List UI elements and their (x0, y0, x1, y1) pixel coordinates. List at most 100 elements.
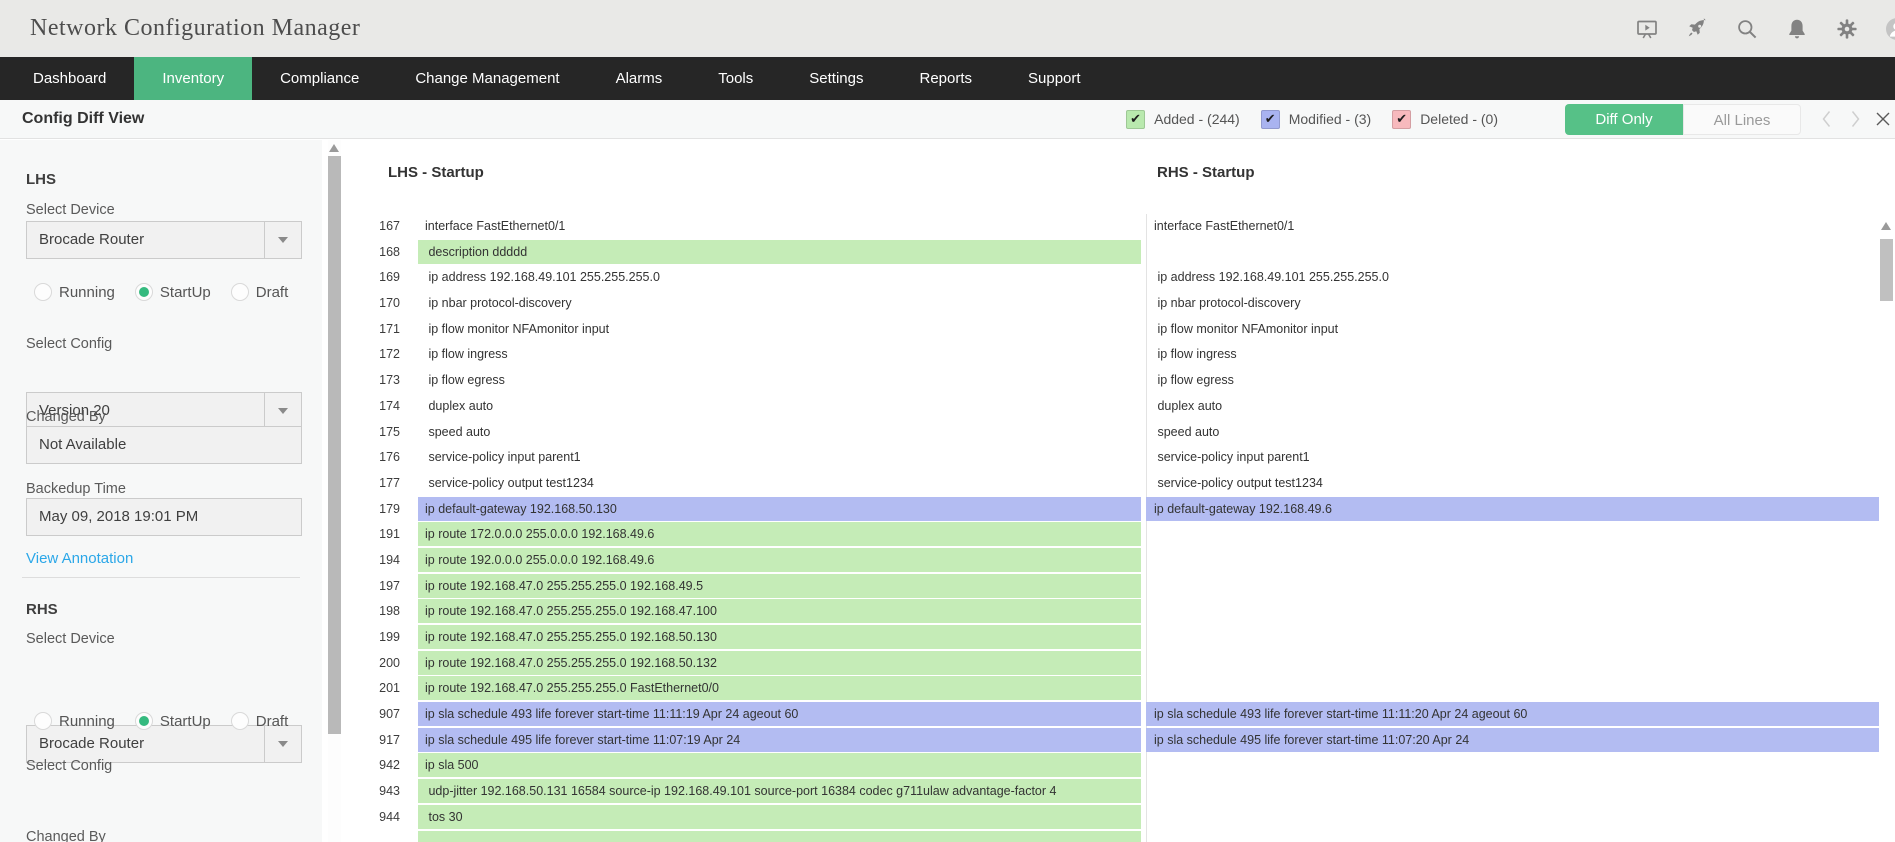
diff-row: 194 ip route 192.0.0.0 255.0.0.0 192.168.… (0, 548, 1879, 574)
rhs-line (1146, 805, 1879, 831)
line-number: 172 (0, 342, 400, 366)
nav-tab-dashboard[interactable]: Dashboard (5, 57, 134, 100)
legend-checkbox[interactable]: ✔ (1261, 110, 1280, 129)
notifications-bell-icon[interactable] (1785, 17, 1809, 41)
presentation-play-icon[interactable] (1635, 17, 1659, 41)
scroll-up-arrow-icon[interactable] (329, 144, 339, 152)
close-icon[interactable] (1871, 107, 1895, 131)
nav-tab-compliance[interactable]: Compliance (252, 57, 387, 100)
rhs-line (1146, 240, 1879, 266)
rhs-line: service-policy output test1234 (1146, 471, 1879, 497)
rhs-line: ip address 192.168.49.101 255.255.255.0 (1146, 265, 1879, 291)
lhs-line: ip flow monitor NFAmonitor input (418, 317, 1141, 343)
diff-row (0, 831, 1879, 842)
diff-row: 177 service-policy output test1234 servi… (0, 471, 1879, 497)
lhs-line: ip flow egress (418, 368, 1141, 394)
line-number: 200 (0, 651, 400, 675)
line-number: 191 (0, 522, 400, 546)
view-mode-toggle: Diff Only All Lines (1565, 104, 1801, 135)
nav-tab-reports[interactable]: Reports (891, 57, 1000, 100)
rhs-line (1146, 753, 1879, 779)
all-lines-button[interactable]: All Lines (1683, 104, 1801, 135)
lhs-line: ip flow ingress (418, 342, 1141, 368)
diff-row: 944 tos 30 (0, 805, 1879, 831)
diff-main-area: LHS Select Device Brocade Router Running… (0, 140, 1895, 842)
lhs-line: ip address 192.168.49.101 255.255.255.0 (418, 265, 1141, 291)
legend-checkbox[interactable]: ✔ (1392, 110, 1411, 129)
lhs-line: ip route 192.168.47.0 255.255.255.0 192.… (418, 625, 1141, 651)
line-number: 176 (0, 445, 400, 469)
line-number: 917 (0, 728, 400, 752)
rhs-line: service-policy input parent1 (1146, 445, 1879, 471)
diff-row: 942ip sla 500 (0, 753, 1879, 779)
lhs-line: service-policy input parent1 (418, 445, 1141, 471)
nav-tab-change-management[interactable]: Change Management (387, 57, 587, 100)
nav-tab-alarms[interactable]: Alarms (588, 57, 691, 100)
scroll-up-arrow-icon[interactable] (1881, 222, 1891, 230)
lhs-line: ip default-gateway 192.168.50.130 (418, 497, 1141, 523)
diff-row: 199 ip route 192.168.47.0 255.255.255.0 1… (0, 625, 1879, 651)
line-number: 173 (0, 368, 400, 392)
rhs-line: interface FastEthernet0/1 (1146, 214, 1879, 240)
lhs-line: ip sla schedule 493 life forever start-t… (418, 702, 1141, 728)
line-number: 177 (0, 471, 400, 495)
legend-checkbox[interactable]: ✔ (1126, 110, 1145, 129)
legend-item: ✔Deleted - (0) (1392, 110, 1498, 129)
scrollbar-thumb[interactable] (1880, 239, 1893, 301)
line-number: 167 (0, 214, 400, 238)
line-number: 201 (0, 676, 400, 700)
rhs-line (1146, 548, 1879, 574)
user-avatar[interactable] (1885, 17, 1895, 41)
lhs-line (418, 831, 1141, 842)
rhs-line (1146, 831, 1879, 842)
diff-rows: 167interface FastEthernet0/1interface Fa… (0, 214, 1879, 842)
rhs-line (1146, 625, 1879, 651)
diff-row: 172 ip flow ingress ip flow ingress (0, 342, 1879, 368)
rocket-launch-icon[interactable] (1685, 17, 1709, 41)
titlebar-icons (1635, 0, 1895, 57)
line-number: 194 (0, 548, 400, 572)
lhs-line: tos 30 (418, 805, 1141, 831)
lhs-line: ip route 192.168.47.0 255.255.255.0 192.… (418, 651, 1141, 677)
previous-diff-icon[interactable] (1815, 107, 1839, 131)
main-nav: DashboardInventoryComplianceChange Manag… (0, 57, 1895, 100)
diff-row: 171 ip flow monitor NFAmonitor input ip … (0, 317, 1879, 343)
lhs-line: speed auto (418, 420, 1141, 446)
nav-tab-settings[interactable]: Settings (781, 57, 891, 100)
settings-gear-icon[interactable] (1835, 17, 1859, 41)
diff-row: 179ip default-gateway 192.168.50.130ip d… (0, 497, 1879, 523)
diff-row: 200 ip route 192.168.47.0 255.255.255.0 1… (0, 651, 1879, 677)
line-number: 170 (0, 291, 400, 315)
lhs-line: ip route 192.168.47.0 255.255.255.0 192.… (418, 599, 1141, 625)
line-number: 199 (0, 625, 400, 649)
diff-right-scrollbar (1879, 140, 1894, 842)
lhs-line: ip route 172.0.0.0 255.0.0.0 192.168.49.… (418, 522, 1141, 548)
line-number: 198 (0, 599, 400, 623)
diff-row: 169 ip address 192.168.49.101 255.255.25… (0, 265, 1879, 291)
next-diff-icon[interactable] (1843, 107, 1867, 131)
nav-tab-inventory[interactable]: Inventory (134, 57, 252, 100)
nav-tab-support[interactable]: Support (1000, 57, 1109, 100)
nav-tab-tools[interactable]: Tools (690, 57, 781, 100)
diff-row: 201ip route 192.168.47.0 255.255.255.0 F… (0, 676, 1879, 702)
search-icon[interactable] (1735, 17, 1759, 41)
lhs-line: ip route 192.0.0.0 255.0.0.0 192.168.49.… (418, 548, 1141, 574)
line-number: 174 (0, 394, 400, 418)
legend-item: ✔Modified - (3) (1261, 110, 1371, 129)
diff-row: 198 ip route 192.168.47.0 255.255.255.0 1… (0, 599, 1879, 625)
rhs-line: ip nbar protocol-discovery (1146, 291, 1879, 317)
rhs-line (1146, 651, 1879, 677)
rhs-line (1146, 599, 1879, 625)
line-number: 944 (0, 805, 400, 829)
rhs-line (1146, 522, 1879, 548)
lhs-line: ip sla 500 (418, 753, 1141, 779)
diff-pager (1815, 107, 1895, 131)
rhs-line: ip flow egress (1146, 368, 1879, 394)
diff-row: 917ip sla schedule 495 life forever star… (0, 728, 1879, 754)
diff-only-button[interactable]: Diff Only (1565, 104, 1683, 135)
rhs-line (1146, 676, 1879, 702)
legend-item: ✔Added - (244) (1126, 110, 1240, 129)
diff-row: 197ip route 192.168.47.0 255.255.255.0 1… (0, 574, 1879, 600)
line-number: 175 (0, 420, 400, 444)
lhs-line: service-policy output test1234 (418, 471, 1141, 497)
